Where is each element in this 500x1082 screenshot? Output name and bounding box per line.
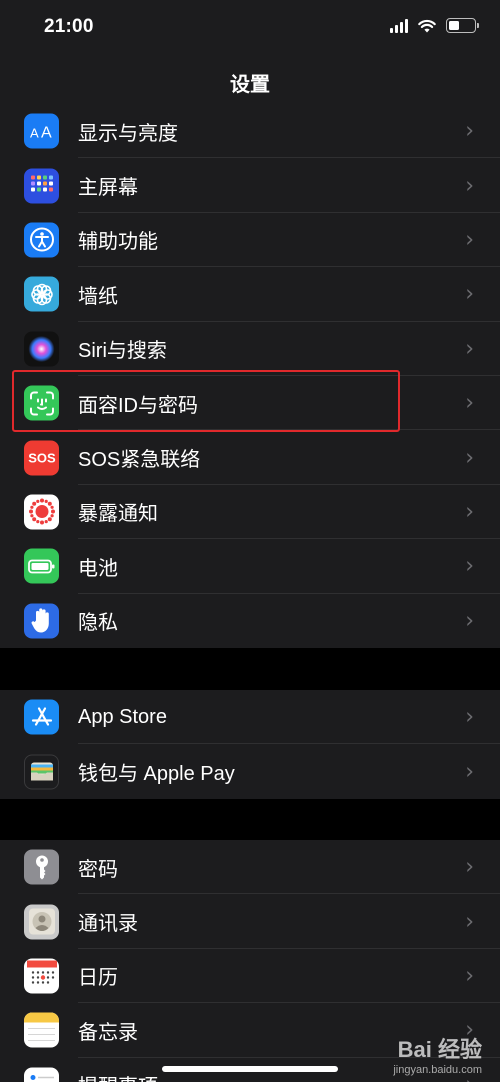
row-label: 隐私 [78,612,118,635]
row-label: 密码 [78,858,118,881]
calendar-icon [24,958,59,994]
battery-status-icon [446,18,479,33]
chevron-right-icon: › [465,173,474,199]
row-label: 钱包与 Apple Pay [78,763,235,786]
row-label: 墙纸 [78,285,118,308]
status-icons [390,18,479,33]
home-screen-icon [24,168,59,204]
chevron-right-icon: › [465,499,474,525]
settings-row-emergency-sos[interactable]: SOS SOS紧急联络 › [0,430,500,485]
settings-row-display-brightness[interactable]: AA 显示与亮度 › [0,104,500,159]
settings-row-app-store[interactable]: App Store › [0,690,500,745]
row-label: 备忘录 [78,1021,138,1044]
row-label: 提醒事项 [78,1070,158,1082]
svg-text:A: A [30,125,39,140]
chevron-right-icon: › [465,281,474,307]
chevron-right-icon: › [465,118,474,144]
watermark-logo: Bai 经验 [397,1037,482,1062]
row-label: 电池 [78,557,118,580]
face-id-icon [24,385,59,421]
wifi-icon [418,19,436,32]
key-icon [24,849,59,885]
chevron-right-icon: › [465,227,474,253]
row-label: 暴露通知 [78,503,158,526]
settings-row-contacts[interactable]: 通讯录 › [0,894,500,949]
row-label: 主屏幕 [78,177,138,200]
sos-icon: SOS [24,440,59,476]
navigation-bar: 设置 [0,56,500,108]
contacts-icon [24,904,59,940]
status-bar: 21:00 [0,0,500,56]
row-label: 日历 [78,967,118,990]
chevron-right-icon: › [465,445,474,471]
settings-row-accessibility[interactable]: 辅助功能 › [0,213,500,268]
notes-icon [24,1012,59,1048]
reminders-icon [24,1067,59,1082]
accessibility-icon [24,222,59,258]
settings-row-wallpaper[interactable]: 墙纸 › [0,267,500,322]
row-label: 面容ID与密码 [78,394,198,417]
svg-text:SOS: SOS [28,451,56,466]
display-brightness-icon: AA [24,113,59,149]
svg-text:A: A [41,124,52,141]
battery-icon [24,548,59,584]
settings-group-2: App Store › 钱包与 Apple Pay › [0,690,500,799]
page-title: 设置 [230,74,270,96]
cellular-signal-icon [390,18,408,33]
watermark-url: jingyan.baidu.com [393,1064,482,1076]
wallpaper-icon [24,276,59,312]
settings-row-privacy[interactable]: 隐私 › [0,594,500,648]
settings-group-1: AA 显示与亮度 › 主屏幕 › 辅助功能 › 墙纸 › Siri与搜索 › 面… [0,104,500,648]
row-label: SOS紧急联络 [78,449,201,472]
row-label: 辅助功能 [78,231,158,254]
chevron-right-icon: › [465,336,474,362]
settings-row-wallet-apple-pay[interactable]: 钱包与 Apple Pay › [0,744,500,798]
chevron-right-icon: › [465,390,474,416]
chevron-right-icon: › [465,704,474,730]
app-store-icon [24,699,59,735]
chevron-right-icon: › [465,759,474,785]
settings-row-home-screen[interactable]: 主屏幕 › [0,158,500,213]
chevron-right-icon: › [465,909,474,935]
siri-icon [24,331,59,367]
settings-row-face-id-passcode[interactable]: 面容ID与密码 › [0,376,500,431]
settings-row-siri-search[interactable]: Siri与搜索 › [0,322,500,376]
row-label: 通讯录 [78,913,138,936]
settings-row-exposure-notifications[interactable]: 暴露通知 › [0,485,500,540]
home-indicator[interactable] [162,1066,338,1072]
row-label: 显示与亮度 [78,122,178,145]
privacy-hand-icon [24,603,59,639]
status-time: 21:00 [44,16,94,37]
chevron-right-icon: › [465,854,474,880]
watermark: Bai 经验 jingyan.baidu.com [393,1032,482,1076]
settings-row-passwords[interactable]: 密码 › [0,840,500,895]
row-label: Siri与搜索 [78,340,167,363]
settings-row-battery[interactable]: 电池 › [0,539,500,594]
chevron-right-icon: › [465,553,474,579]
chevron-right-icon: › [465,608,474,634]
row-label: App Store [78,705,167,728]
chevron-right-icon: › [465,963,474,989]
exposure-notification-icon [24,494,59,530]
settings-row-calendar[interactable]: 日历 › [0,949,500,1004]
wallet-icon [24,754,59,790]
